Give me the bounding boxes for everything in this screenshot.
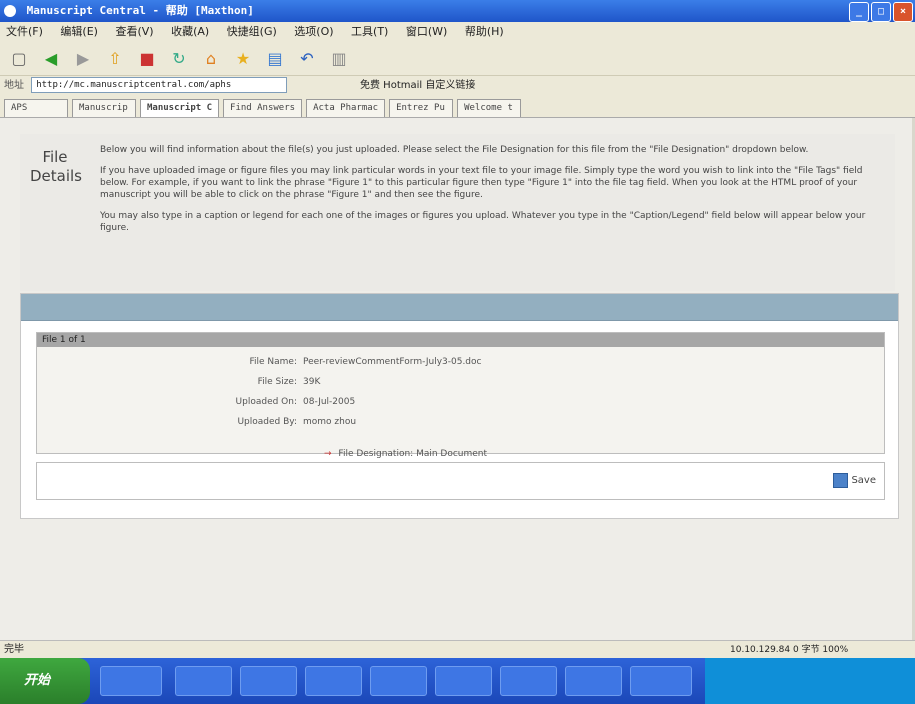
menu-file[interactable]: 文件(F) xyxy=(6,25,43,38)
window-title: Manuscript Central - 帮助 [Maxthon] xyxy=(26,4,254,17)
maximize-icon[interactable]: □ xyxy=(871,2,891,22)
back-icon[interactable]: ◀ xyxy=(40,48,62,70)
file-size-label: File Size: xyxy=(257,377,297,387)
window-controls: _ □ × xyxy=(849,2,913,22)
tab-aps[interactable]: APS xyxy=(4,99,68,117)
menu-options[interactable]: 选项(O) xyxy=(294,25,333,38)
file-designation-text: File Designation: Main Document xyxy=(338,449,488,459)
address-input[interactable]: http://mc.manuscriptcentral.com/aphs xyxy=(31,77,288,93)
menu-help[interactable]: 帮助(H) xyxy=(465,25,504,38)
save-bar: Save xyxy=(36,462,885,500)
tab-welcome[interactable]: Welcome t xyxy=(457,99,522,117)
split-view-icon[interactable]: ▥ xyxy=(328,48,350,70)
toolbar: ▢ ◀ ▶ ⇧ ■ ↻ ⌂ ★ ▤ ↶ ▥ xyxy=(0,42,915,76)
file-name-row: File Name: Peer-reviewCommentForm-July3-… xyxy=(37,355,884,369)
favorites-star-icon[interactable]: ★ xyxy=(232,48,254,70)
menu-view[interactable]: 查看(V) xyxy=(115,25,153,38)
window-titlebar: Manuscript Central - 帮助 [Maxthon] _ □ × xyxy=(0,0,915,22)
taskbar-item[interactable] xyxy=(305,666,362,696)
undo-icon[interactable]: ↶ xyxy=(296,48,318,70)
required-arrow-icon: → xyxy=(324,449,332,459)
taskbar-item[interactable] xyxy=(370,666,427,696)
close-icon[interactable]: × xyxy=(893,2,913,22)
minimize-icon[interactable]: _ xyxy=(849,2,869,22)
status-bar: 完毕 10.10.129.84 0 字节 100% xyxy=(0,640,915,659)
menu-bar: 文件(F) 编辑(E) 查看(V) 收藏(A) 快捷组(G) 选项(O) 工具(… xyxy=(0,22,915,42)
uploaded-on-value: 08-Jul-2005 xyxy=(303,397,356,407)
file-details-box: File 1 of 1 File Name: Peer-reviewCommen… xyxy=(36,332,885,459)
taskbar-item[interactable] xyxy=(500,666,557,696)
taskbar-item[interactable] xyxy=(175,666,232,696)
address-bar: 地址 http://mc.manuscriptcentral.com/aphs … xyxy=(0,76,915,96)
tab-acta-pharmac[interactable]: Acta Pharmac xyxy=(306,99,386,117)
instruction-paragraph: If you have uploaded image or figure fil… xyxy=(100,166,863,200)
page-content: File Details Below you will find informa… xyxy=(0,118,912,640)
new-page-icon[interactable]: ▢ xyxy=(8,48,30,70)
save-label: Save xyxy=(851,475,876,486)
uploaded-by-value: momo zhou xyxy=(303,417,357,427)
links-bar[interactable]: 免费 Hotmail 自定义链接 xyxy=(360,76,475,96)
panel-header xyxy=(21,294,898,321)
quick-launch[interactable] xyxy=(100,666,162,696)
forward-icon[interactable]: ▶ xyxy=(72,48,94,70)
uploaded-by-row: Uploaded By: momo zhou xyxy=(37,415,884,429)
history-icon[interactable]: ▤ xyxy=(264,48,286,70)
home-icon[interactable]: ⌂ xyxy=(200,48,222,70)
instruction-paragraph: You may also type in a caption or legend… xyxy=(100,211,866,233)
taskbar-item[interactable] xyxy=(565,666,622,696)
file-count-header: File 1 of 1 xyxy=(37,333,884,347)
instruction-paragraph: Below you will find information about th… xyxy=(100,145,809,155)
page-title: File Details xyxy=(30,148,83,185)
tab-bar: APS Manuscrip Manuscript C Find Answers … xyxy=(0,96,915,118)
uploaded-on-label: Uploaded On: xyxy=(235,397,297,407)
taskbar-item[interactable] xyxy=(435,666,492,696)
uploaded-on-row: Uploaded On: 08-Jul-2005 xyxy=(37,395,884,409)
menu-tools[interactable]: 工具(T) xyxy=(351,25,388,38)
file-panel: File 1 of 1 File Name: Peer-reviewCommen… xyxy=(20,293,899,519)
browser-icon xyxy=(4,5,16,17)
taskbar-item[interactable] xyxy=(630,666,692,696)
start-button[interactable]: 开始 xyxy=(0,658,90,704)
tab-find-answers[interactable]: Find Answers xyxy=(223,99,303,117)
menu-window[interactable]: 窗口(W) xyxy=(406,25,447,38)
file-name-label: File Name: xyxy=(249,357,297,367)
menu-favorites[interactable]: 收藏(A) xyxy=(171,25,209,38)
tab-entrez[interactable]: Entrez Pu xyxy=(389,99,454,117)
taskbar: 开始 xyxy=(0,658,915,704)
file-size-row: File Size: 39K xyxy=(37,375,884,389)
uploaded-by-label: Uploaded By: xyxy=(237,417,297,427)
instructions: Below you will find information about th… xyxy=(100,144,890,243)
stop-icon[interactable]: ■ xyxy=(136,48,158,70)
address-label: 地址 xyxy=(4,80,24,91)
file-size-value: 39K xyxy=(303,377,321,387)
save-icon xyxy=(833,473,849,488)
refresh-icon[interactable]: ↻ xyxy=(168,48,190,70)
tab-manuscript-central[interactable]: Manuscript C xyxy=(140,99,220,117)
file-name-value: Peer-reviewCommentForm-July3-05.doc xyxy=(303,357,482,367)
intro-section: File Details Below you will find informa… xyxy=(20,134,895,291)
save-button[interactable]: Save xyxy=(833,473,876,488)
status-info: 10.10.129.84 0 字节 100% xyxy=(730,645,849,655)
open-icon[interactable]: ⇧ xyxy=(104,48,126,70)
menu-groups[interactable]: 快捷组(G) xyxy=(227,25,277,38)
menu-edit[interactable]: 编辑(E) xyxy=(60,25,98,38)
system-tray xyxy=(705,658,915,704)
file-designation: → File Designation: Main Document xyxy=(324,447,487,461)
status-text: 完毕 xyxy=(4,644,24,655)
taskbar-item[interactable] xyxy=(240,666,297,696)
tab-manuscrip[interactable]: Manuscrip xyxy=(72,99,136,117)
